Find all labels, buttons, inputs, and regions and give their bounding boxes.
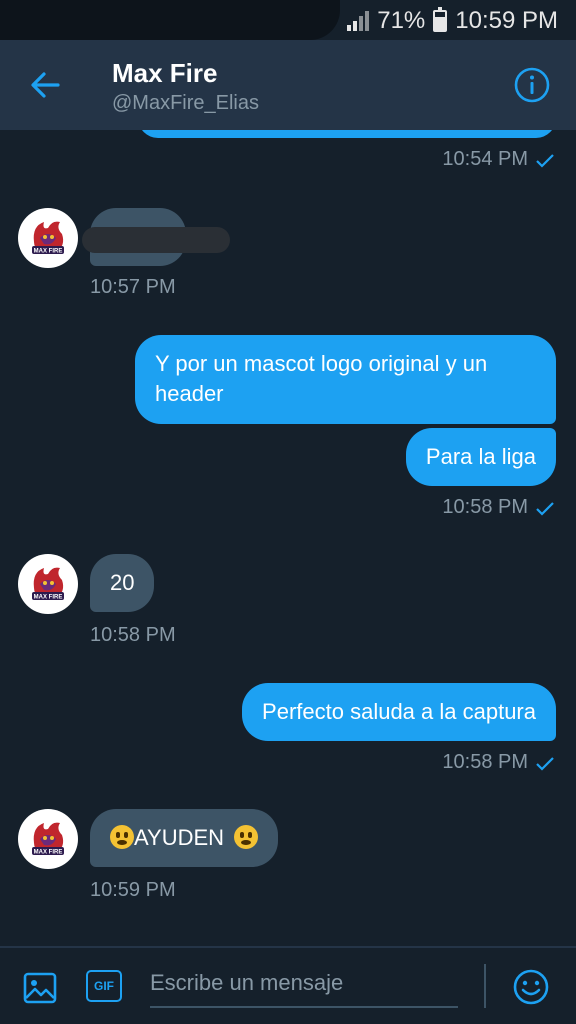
sent-check-icon	[536, 502, 554, 516]
contact-name[interactable]: Max Fire	[112, 58, 218, 89]
battery-icon	[433, 7, 448, 32]
composer-divider	[484, 964, 486, 1008]
message-timestamp: 10:58 PM	[90, 624, 176, 646]
contact-avatar[interactable]: MAX FIRE	[18, 809, 78, 869]
max-fire-logo-icon: MAX FIRE	[24, 815, 72, 863]
image-icon[interactable]	[22, 970, 58, 1006]
gif-button[interactable]: GIF	[86, 970, 122, 1002]
message-bubble-outgoing[interactable]: Para la liga	[405, 428, 556, 486]
info-icon[interactable]	[514, 67, 550, 103]
emoji-icon[interactable]	[512, 968, 550, 1006]
battery-percent: 71%	[377, 7, 426, 34]
message-bubble-outgoing[interactable]: Perfecto saluda a la captura	[242, 683, 556, 741]
status-bar-indicators: 71% 10:59 PM	[347, 6, 558, 36]
message-timestamp: 10:58 PM	[442, 496, 528, 518]
status-bar-notch	[0, 0, 340, 40]
message-timestamp: 10:58 PM	[442, 751, 528, 773]
message-timestamp: 10:57 PM	[90, 276, 176, 298]
message-list[interactable]: 10:54 PM MAX FIRE 10:57 PM Y por un masc…	[0, 130, 576, 946]
max-fire-logo-icon: MAX FIRE	[24, 560, 72, 608]
conversation-header: Max Fire @MaxFire_Elias	[0, 40, 576, 130]
contact-avatar[interactable]: MAX FIRE	[18, 208, 78, 268]
status-bar: 71% 10:59 PM	[0, 0, 576, 40]
message-text: AYUDEN	[134, 825, 225, 850]
message-bubble-incoming[interactable]: AYUDEN	[90, 809, 279, 867]
back-arrow-icon[interactable]	[28, 68, 62, 102]
contact-avatar[interactable]: MAX FIRE	[18, 554, 78, 614]
contact-handle[interactable]: @MaxFire_Elias	[112, 92, 259, 115]
svg-text:MAX FIRE: MAX FIRE	[34, 850, 63, 856]
sent-check-icon	[536, 757, 554, 771]
message-composer: GIF	[0, 946, 576, 1024]
max-fire-logo-icon: MAX FIRE	[24, 214, 72, 262]
signal-icon	[347, 11, 370, 31]
svg-text:MAX FIRE: MAX FIRE	[34, 595, 63, 601]
worried-face-emoji-icon	[234, 825, 259, 849]
message-timestamp: 10:54 PM	[442, 148, 528, 170]
svg-text:MAX FIRE: MAX FIRE	[34, 249, 63, 255]
message-bubble-incoming[interactable]: 20	[90, 554, 155, 612]
message-bubble-outgoing[interactable]: Y por un mascot logo original y un heade…	[135, 335, 556, 424]
sent-check-icon	[536, 154, 554, 168]
message-timestamp: 10:59 PM	[90, 879, 176, 901]
worried-face-emoji-icon	[110, 825, 134, 849]
redaction-bar	[82, 227, 230, 253]
message-bubble-outgoing[interactable]	[138, 130, 556, 138]
clock: 10:59 PM	[455, 7, 558, 34]
message-input[interactable]	[150, 960, 458, 1008]
